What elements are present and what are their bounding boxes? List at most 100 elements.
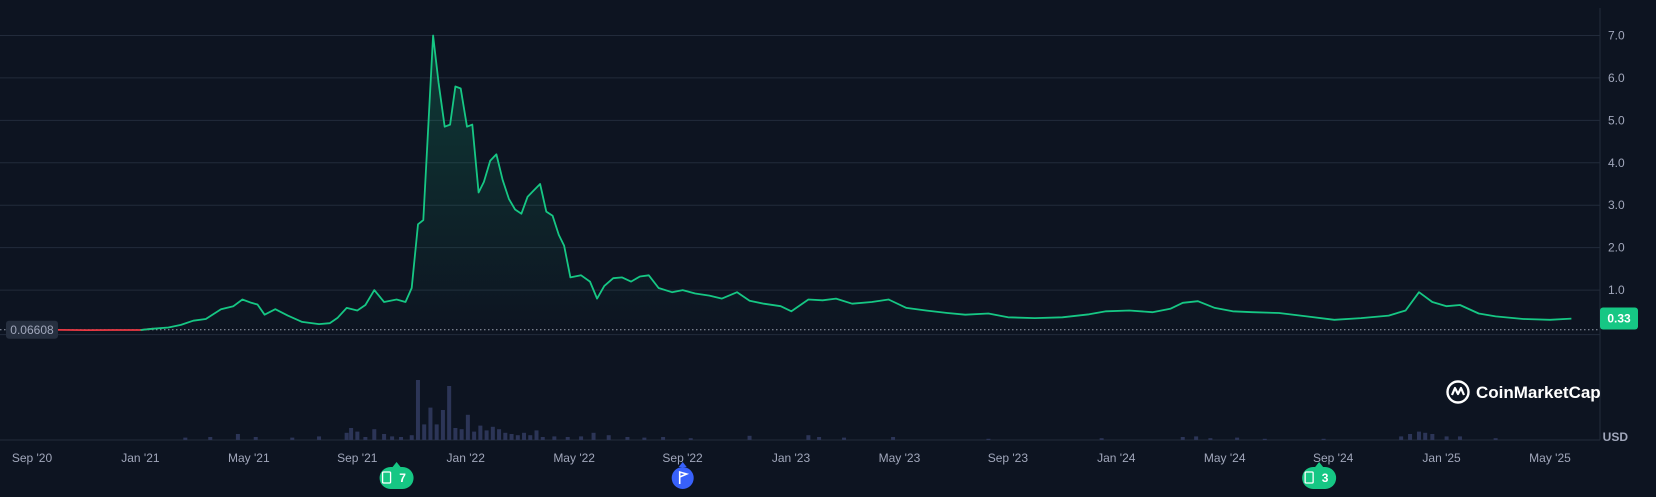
volume-bar xyxy=(317,436,322,440)
volume-bar xyxy=(472,431,477,440)
volume-bar xyxy=(355,431,360,440)
volume-bar xyxy=(1262,438,1267,440)
volume-bar xyxy=(434,424,439,440)
x-tick-label: Sep '23 xyxy=(988,451,1029,465)
volume-bar xyxy=(440,410,445,440)
x-tick-label: Sep '20 xyxy=(12,451,53,465)
volume-bar xyxy=(1430,434,1435,440)
start-price-label: 0.06608 xyxy=(10,323,54,337)
x-tick-label: Jan '25 xyxy=(1422,451,1461,465)
volume-bar xyxy=(552,436,557,440)
volume-bar xyxy=(1235,437,1240,440)
volume-bar xyxy=(349,428,354,440)
volume-bar xyxy=(534,430,539,440)
price-chart[interactable]: 1.0 2.0 3.0 4.0 5.0 6.0 7.0 Sep '20 Jan '21 May … xyxy=(0,0,1656,497)
x-tick-label: May '25 xyxy=(1529,451,1571,465)
volume-bar xyxy=(415,380,420,440)
volume-bar xyxy=(382,434,387,440)
volume-bar xyxy=(503,432,508,440)
volume-bar xyxy=(528,435,533,440)
grid-lines xyxy=(0,8,1601,441)
volume-bar xyxy=(986,438,991,440)
y-tick-label: 2.0 xyxy=(1608,241,1625,255)
volume-bars xyxy=(183,380,1498,440)
x-tick-label: Sep '21 xyxy=(337,451,378,465)
volume-bar xyxy=(565,437,570,440)
volume-bar xyxy=(817,437,822,440)
volume-bar xyxy=(1194,436,1199,440)
volume-bar xyxy=(515,435,520,440)
coinmarketcap-wordmark: CoinMarketCap xyxy=(1476,383,1601,402)
volume-bar xyxy=(1399,436,1404,440)
volume-bar xyxy=(688,438,693,440)
event-count: 7 xyxy=(399,471,406,485)
y-tick-label: 4.0 xyxy=(1608,156,1625,170)
volume-bar xyxy=(183,437,188,440)
volume-bar xyxy=(478,425,483,440)
volume-bar xyxy=(399,437,404,440)
volume-bar xyxy=(842,437,847,440)
y-tick-label: 3.0 xyxy=(1608,198,1625,212)
volume-bar xyxy=(747,435,752,440)
start-price-tag: 0.06608 xyxy=(6,320,58,339)
x-tick-label: May '24 xyxy=(1204,451,1246,465)
volume-bar xyxy=(484,430,489,440)
volume-bar xyxy=(540,437,545,440)
volume-bar xyxy=(253,437,258,440)
volume-bar xyxy=(208,437,213,440)
x-tick-label: Jan '22 xyxy=(447,451,486,465)
volume-bar xyxy=(459,429,464,440)
current-price-tag: 0.33 xyxy=(1600,307,1638,330)
x-tick-label: Jan '23 xyxy=(772,451,811,465)
volume-bar xyxy=(1208,438,1213,440)
x-tick-label: May '21 xyxy=(228,451,270,465)
y-axis-ticks: 1.0 2.0 3.0 4.0 5.0 6.0 7.0 xyxy=(1608,28,1625,297)
event-markers[interactable]: 73 xyxy=(379,462,1337,489)
volume-bar xyxy=(363,437,368,440)
y-tick-label: 1.0 xyxy=(1608,283,1625,297)
volume-bar xyxy=(1408,434,1413,440)
y-tick-label: 7.0 xyxy=(1608,28,1625,42)
volume-bar xyxy=(606,435,611,440)
price-line[interactable] xyxy=(140,34,1572,331)
volume-bar xyxy=(290,437,295,440)
volume-bar xyxy=(1099,438,1104,440)
y-tick-label: 5.0 xyxy=(1608,113,1625,127)
volume-bar xyxy=(344,432,349,440)
volume-bar xyxy=(453,428,458,440)
coinmarketcap-watermark: CoinMarketCap xyxy=(1446,380,1601,404)
volume-bar xyxy=(1457,436,1462,440)
volume-bar xyxy=(522,432,527,440)
volume-bar xyxy=(390,436,395,440)
volume-bar xyxy=(1180,437,1185,440)
volume-bar xyxy=(372,429,377,440)
volume-bar xyxy=(1416,431,1421,440)
volume-bar xyxy=(579,436,584,440)
x-tick-label: Jan '24 xyxy=(1097,451,1136,465)
price-area-fill xyxy=(140,35,1572,330)
volume-bar xyxy=(625,437,630,440)
volume-bar xyxy=(428,407,433,440)
x-axis-ticks: Sep '20 Jan '21 May '21 Sep '21 Jan '22 May '… xyxy=(12,451,1571,465)
volume-bar xyxy=(509,434,514,440)
event-flag-marker[interactable] xyxy=(671,462,694,489)
volume-bar xyxy=(1321,438,1326,440)
volume-bar xyxy=(1444,436,1449,440)
volume-bar xyxy=(591,432,596,440)
x-tick-label: Jan '21 xyxy=(121,451,160,465)
y-tick-label: 6.0 xyxy=(1608,71,1625,85)
currency-label: USD xyxy=(1603,430,1629,444)
volume-bar xyxy=(1423,432,1428,440)
event-news-marker[interactable]: 7 xyxy=(379,462,414,489)
x-tick-label: May '22 xyxy=(553,451,595,465)
volume-bar xyxy=(422,424,427,440)
volume-bar xyxy=(235,434,240,440)
volume-bar xyxy=(806,435,811,440)
volume-bar xyxy=(465,414,470,440)
x-tick-label: May '23 xyxy=(879,451,921,465)
volume-bar xyxy=(1493,438,1498,440)
event-news-marker[interactable]: 3 xyxy=(1302,462,1337,489)
volume-bar xyxy=(497,429,502,440)
event-count: 3 xyxy=(1322,471,1329,485)
volume-bar xyxy=(409,435,414,440)
